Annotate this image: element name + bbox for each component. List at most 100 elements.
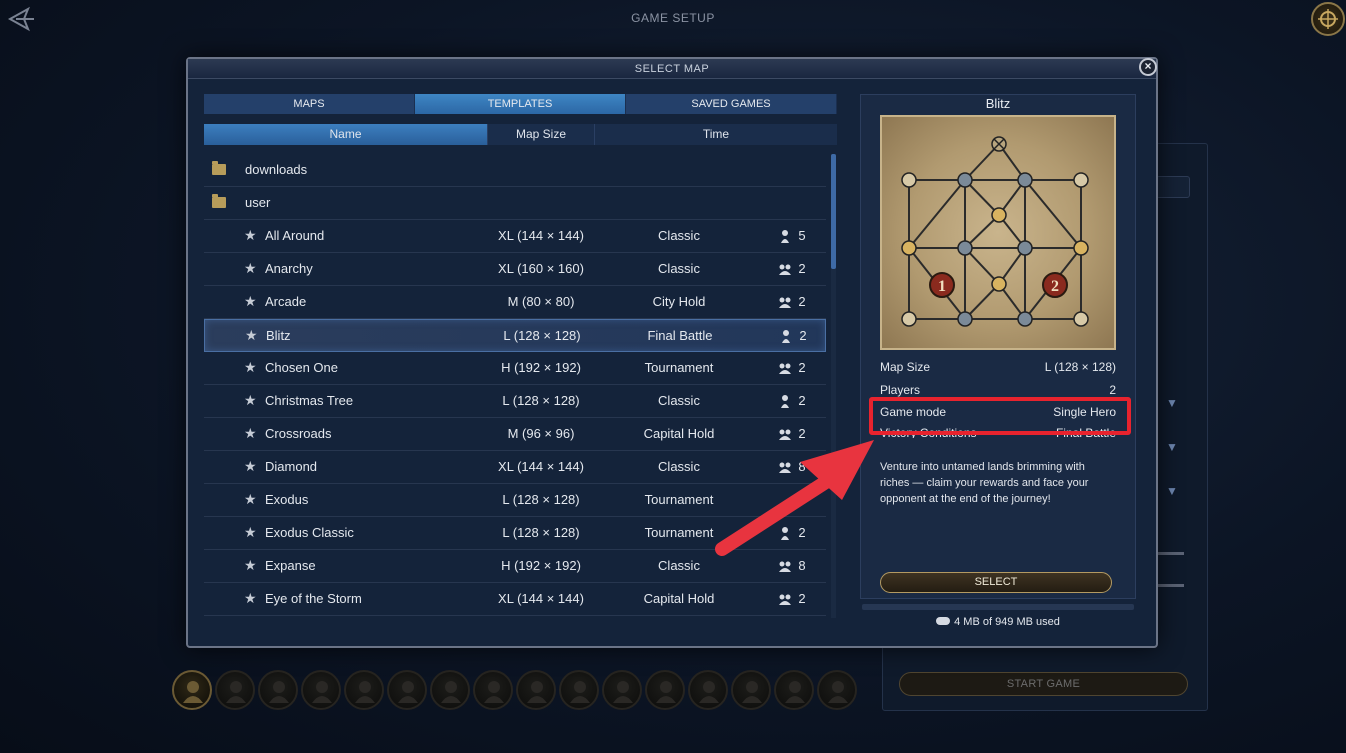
star-icon[interactable]: ★ xyxy=(244,590,257,607)
list-item[interactable]: ★ Exodus Classic L (128 × 128) Tournament 2 xyxy=(204,517,826,550)
map-size-info: Map Size L (128 × 128) xyxy=(880,360,1116,378)
player-slot[interactable] xyxy=(602,670,642,710)
settings-slider[interactable] xyxy=(1156,584,1184,587)
star-icon[interactable]: ★ xyxy=(245,327,258,344)
list-item[interactable]: ★ Crossroads M (96 × 96) Capital Hold 2 xyxy=(204,418,826,451)
map-players: 8 xyxy=(798,459,806,474)
list-item[interactable]: ★ Diamond XL (144 × 144) Classic 8 xyxy=(204,451,826,484)
map-size: L (128 × 128) xyxy=(502,492,580,507)
player-2-marker: 2 xyxy=(1051,278,1059,295)
tab-maps[interactable]: MAPS xyxy=(204,94,415,114)
map-players: 5 xyxy=(798,228,806,243)
tab-templates[interactable]: TEMPLATES xyxy=(415,94,626,114)
player-slot[interactable] xyxy=(215,670,255,710)
map-preview-image: 1 2 xyxy=(880,115,1116,350)
chevron-down-icon[interactable]: ▼ xyxy=(1166,396,1186,410)
settings-slider[interactable] xyxy=(1156,552,1184,555)
dialog-header: SELECT MAP xyxy=(188,59,1156,79)
map-size: XL (144 × 144) xyxy=(498,228,584,243)
list-item[interactable]: ★ Blitz L (128 × 128) Final Battle 2 xyxy=(204,319,826,352)
star-icon[interactable]: ★ xyxy=(244,227,257,244)
map-source-tabs: MAPS TEMPLATES SAVED GAMES xyxy=(204,94,837,114)
map-size: M (96 × 96) xyxy=(507,426,575,441)
player-slot[interactable] xyxy=(172,670,212,710)
map-size: L (128 × 128) xyxy=(502,525,580,540)
map-size-label: Map Size xyxy=(880,360,931,374)
star-icon[interactable]: ★ xyxy=(244,557,257,574)
tab-saved-games[interactable]: SAVED GAMES xyxy=(626,94,837,114)
map-name: Blitz xyxy=(266,328,291,343)
storage-bar xyxy=(862,604,1134,610)
star-icon[interactable]: ★ xyxy=(244,392,257,409)
start-game-button[interactable]: START GAME xyxy=(899,672,1188,696)
player-slot[interactable] xyxy=(774,670,814,710)
column-map-size[interactable]: Map Size xyxy=(488,124,595,145)
scrollbar-thumb[interactable] xyxy=(831,154,836,269)
map-players: 2 xyxy=(799,328,807,343)
storage-text: 4 MB of 949 MB used xyxy=(954,616,1060,628)
settings-field[interactable] xyxy=(1156,176,1190,198)
list-item[interactable]: ★ Christmas Tree L (128 × 128) Classic 2 xyxy=(204,385,826,418)
player-slot[interactable] xyxy=(473,670,513,710)
player-1-marker: 1 xyxy=(938,278,946,295)
list-item[interactable]: ★ Exodus L (128 × 128) Tournament xyxy=(204,484,826,517)
star-icon[interactable]: ★ xyxy=(244,260,257,277)
map-mode: Classic xyxy=(658,558,700,573)
map-name: Arcade xyxy=(265,294,307,309)
page-title: GAME SETUP xyxy=(631,11,715,25)
player-slot[interactable] xyxy=(559,670,599,710)
player-slot[interactable] xyxy=(731,670,771,710)
chevron-down-icon[interactable]: ▼ xyxy=(1166,440,1186,454)
list-scrollbar[interactable] xyxy=(831,154,836,618)
map-players: 2 xyxy=(798,426,806,441)
list-item[interactable]: ★ Expanse H (192 × 192) Classic 8 xyxy=(204,550,826,583)
map-name: Exodus Classic xyxy=(265,525,354,540)
player-slot[interactable] xyxy=(516,670,556,710)
star-icon[interactable]: ★ xyxy=(244,458,257,475)
player-slot[interactable] xyxy=(688,670,728,710)
map-name: Anarchy xyxy=(265,261,313,276)
list-item[interactable]: ★ Chosen One H (192 × 192) Tournament 2 xyxy=(204,352,826,385)
map-mode: Tournament xyxy=(644,492,714,507)
map-mode: Capital Hold xyxy=(643,591,715,606)
star-icon[interactable]: ★ xyxy=(244,425,257,442)
map-size: L (128 × 128) xyxy=(502,393,580,408)
player-slot[interactable] xyxy=(344,670,384,710)
select-button[interactable]: SELECT xyxy=(880,572,1112,593)
list-item[interactable]: ★ Anarchy XL (160 × 160) Classic 2 xyxy=(204,253,826,286)
map-mode: Final Battle xyxy=(647,328,713,343)
player-slot[interactable] xyxy=(817,670,857,710)
list-item[interactable]: ★ Eye of the Storm XL (144 × 144) Capital H… xyxy=(204,583,826,616)
faction-emblem-icon[interactable] xyxy=(1311,2,1345,36)
column-time[interactable]: Time xyxy=(595,124,837,145)
map-players: 2 xyxy=(798,393,806,408)
map-detail-title: Blitz xyxy=(985,96,1011,111)
star-icon[interactable]: ★ xyxy=(244,491,257,508)
list-item[interactable]: ★ Arcade M (80 × 80) City Hold 2 xyxy=(204,286,826,319)
map-mode: Classic xyxy=(658,261,700,276)
storage-status: 4 MB of 949 MB used xyxy=(860,616,1136,628)
player-slot[interactable] xyxy=(301,670,341,710)
player-slot[interactable] xyxy=(645,670,685,710)
list-item[interactable]: user xyxy=(204,187,826,220)
folder-name: downloads xyxy=(245,162,308,177)
player-slot[interactable] xyxy=(430,670,470,710)
map-mode: Tournament xyxy=(644,525,714,540)
list-item[interactable]: ★ All Around XL (144 × 144) Classic 5 xyxy=(204,220,826,253)
star-icon[interactable]: ★ xyxy=(244,359,257,376)
player-slot[interactable] xyxy=(258,670,298,710)
star-icon[interactable]: ★ xyxy=(244,293,257,310)
close-icon[interactable]: × xyxy=(1139,58,1157,76)
map-players: 2 xyxy=(798,525,806,540)
star-icon[interactable]: ★ xyxy=(244,524,257,541)
folder-name: user xyxy=(245,195,271,210)
list-item[interactable]: downloads xyxy=(204,154,826,187)
column-name[interactable]: Name xyxy=(204,124,488,145)
map-mode: Tournament xyxy=(644,360,714,375)
map-name: Exodus xyxy=(265,492,309,507)
map-description: Venture into untamed lands brimming with… xyxy=(880,461,1089,505)
chevron-down-icon[interactable]: ▼ xyxy=(1166,484,1186,498)
map-name: Chosen One xyxy=(265,360,338,375)
player-slot[interactable] xyxy=(387,670,427,710)
map-name: Crossroads xyxy=(265,426,332,441)
